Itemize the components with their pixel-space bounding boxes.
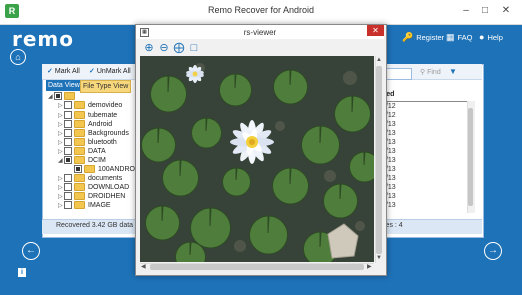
help-link[interactable]: ● Help xyxy=(479,32,503,42)
scroll-up-icon[interactable]: ▲ xyxy=(376,57,382,63)
folder-icon xyxy=(74,156,85,165)
tree-item-label: DCIM xyxy=(88,157,106,164)
tree-item-label: DOWNLOAD xyxy=(88,184,130,191)
search-icon: ⚲ xyxy=(420,69,426,76)
tree-checkbox[interactable] xyxy=(64,183,72,192)
tree-item[interactable]: ▷ IMAGE xyxy=(58,201,111,211)
folder-icon xyxy=(74,138,85,147)
close-button[interactable]: ✕ xyxy=(498,4,514,18)
tree-checkbox[interactable] xyxy=(64,120,72,129)
tree-checkbox[interactable] xyxy=(64,129,72,138)
tree-item-label: documents xyxy=(88,175,123,182)
tab-data-view[interactable]: Data View xyxy=(46,80,82,91)
tree-item-label: demovideo xyxy=(88,102,123,109)
find-button[interactable]: ⚲ Find xyxy=(420,68,441,76)
folder-icon xyxy=(74,111,85,120)
folder-icon xyxy=(74,129,85,138)
find-dropdown-icon[interactable]: ▼ xyxy=(449,67,457,76)
next-button[interactable]: → xyxy=(484,242,502,260)
check-icon: ✓ xyxy=(47,68,53,75)
help-label: Help xyxy=(487,33,503,42)
tree-checkbox[interactable] xyxy=(64,147,72,156)
unmark-all-button[interactable]: ✓ UnMark All xyxy=(89,67,131,75)
zoom-in-icon[interactable]: ⊕ xyxy=(143,42,155,54)
viewer-horizontal-scrollbar-thumb[interactable] xyxy=(150,264,364,270)
uncheck-icon: ✓ xyxy=(89,68,95,75)
tree-checkbox[interactable] xyxy=(74,165,82,174)
fit-icon[interactable]: ⨁ xyxy=(173,42,185,54)
info-icon[interactable]: i xyxy=(18,268,26,277)
maximize-button[interactable]: □ xyxy=(477,4,493,18)
viewer-title: rs-viewer xyxy=(243,28,277,37)
tree-item-label: bluetooth xyxy=(88,139,117,146)
folder-icon xyxy=(74,201,85,210)
folder-icon xyxy=(84,165,95,174)
tree-checkbox[interactable] xyxy=(64,192,72,201)
tree-checkbox[interactable] xyxy=(64,174,72,183)
unmark-all-label: UnMark All xyxy=(96,68,131,75)
folder-icon xyxy=(74,101,85,110)
brand-logo: remo xyxy=(12,27,75,51)
mark-all-label: Mark All xyxy=(54,68,80,75)
tree-item-label: DROIDHEN xyxy=(88,193,126,200)
find-label: Find xyxy=(427,69,441,76)
tree-checkbox[interactable] xyxy=(64,201,72,210)
folder-icon xyxy=(64,92,75,101)
tree-item-label: tubemate xyxy=(88,112,118,119)
folder-icon xyxy=(74,183,85,192)
photo-water-lilies xyxy=(140,56,374,262)
key-icon: 🔑 xyxy=(402,32,414,42)
arrow-right-icon: → xyxy=(488,245,498,256)
arrow-left-icon: ← xyxy=(26,245,36,256)
mark-all-button[interactable]: ✓ Mark All xyxy=(47,67,80,75)
book-icon: ▦ xyxy=(446,32,455,42)
tree-checkbox[interactable] xyxy=(64,138,72,147)
folder-icon xyxy=(74,120,85,129)
user-icon: ● xyxy=(479,32,485,42)
window-title: Remo Recover for Android xyxy=(207,5,315,15)
faq-label: FAQ xyxy=(457,33,473,42)
home-icon: ⌂ xyxy=(15,52,21,62)
fullscreen-icon[interactable]: □ xyxy=(188,42,200,54)
tree-checkbox[interactable] xyxy=(64,101,72,110)
tree-item[interactable]: ▷ demovideo xyxy=(58,101,122,111)
folder-icon xyxy=(74,147,85,156)
faq-link[interactable]: ▦ FAQ xyxy=(446,32,473,43)
tree-item-label: DATA xyxy=(88,148,106,155)
scroll-down-icon[interactable]: ▼ xyxy=(376,255,382,261)
tree-item-label: IMAGE xyxy=(88,202,111,209)
scroll-right-icon[interactable]: ▶ xyxy=(367,263,372,270)
tree-checkbox[interactable] xyxy=(64,156,72,165)
tree-item-label: Android xyxy=(88,121,113,128)
viewer-vertical-scrollbar-thumb[interactable] xyxy=(376,66,382,254)
register-link[interactable]: 🔑 Register xyxy=(402,32,444,43)
home-button[interactable]: ⌂ xyxy=(10,49,26,65)
folder-icon xyxy=(74,192,85,201)
tree-checkbox[interactable] xyxy=(64,111,72,120)
tree-item-label: 100ANDRO xyxy=(98,166,135,173)
register-label: Register xyxy=(416,33,445,42)
tree-item-label: Backgrounds xyxy=(88,130,129,137)
tree-checkbox[interactable] xyxy=(54,92,62,101)
minimize-button[interactable]: – xyxy=(458,4,474,18)
column-header-date[interactable]: ated xyxy=(380,91,474,102)
zoom-out-icon[interactable]: ⊖ xyxy=(158,42,170,54)
list-scrollbar-thumb[interactable] xyxy=(468,108,473,206)
viewer-close-button[interactable]: ✕ xyxy=(367,25,384,36)
scroll-left-icon[interactable]: ◀ xyxy=(141,263,146,270)
folder-icon xyxy=(74,174,85,183)
back-button[interactable]: ← xyxy=(22,242,40,260)
tab-file-type-view[interactable]: File Type View xyxy=(80,80,132,93)
